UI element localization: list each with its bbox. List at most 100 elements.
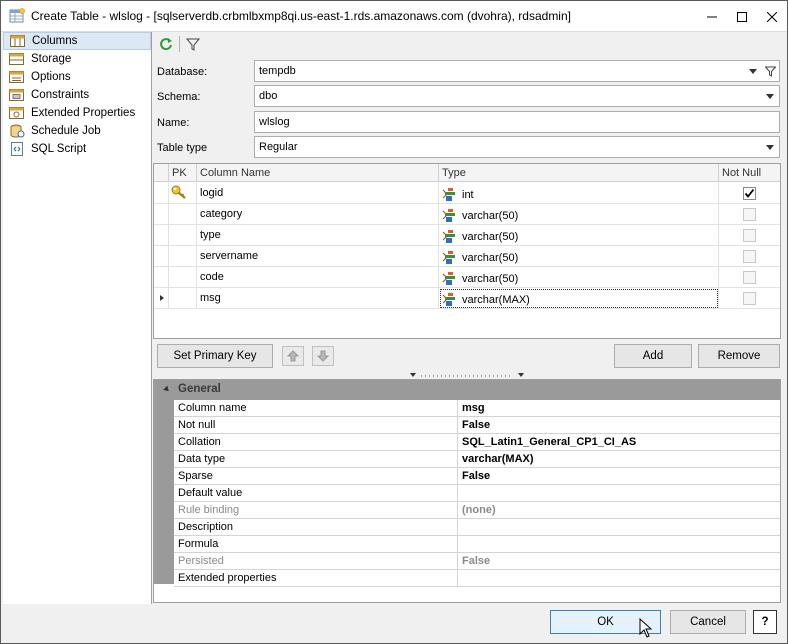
nav-item-constraints[interactable]: Constraints (3, 86, 151, 104)
not-null-checkbox[interactable] (743, 187, 756, 200)
add-button[interactable]: Add (614, 344, 692, 368)
column-name-cell[interactable]: code (197, 267, 439, 288)
pk-cell[interactable] (169, 267, 197, 288)
nav-item-columns[interactable]: Columns (3, 32, 151, 50)
refresh-icon[interactable] (159, 37, 173, 51)
collapse-icon[interactable] (163, 385, 171, 394)
database-select[interactable]: tempdb (254, 60, 780, 82)
property-row[interactable]: Not null False (174, 417, 780, 434)
table-type-select[interactable]: Regular (254, 136, 780, 158)
type-cell[interactable]: varchar(50) (439, 246, 719, 267)
schedule-job-icon (10, 124, 25, 138)
column-name-cell[interactable]: msg (197, 288, 439, 309)
not-null-checkbox[interactable] (743, 271, 756, 284)
not-null-cell (719, 267, 780, 288)
not-null-checkbox[interactable] (743, 229, 756, 242)
pk-cell[interactable] (169, 183, 197, 204)
nav-item-extended-properties[interactable]: Extended Properties (3, 104, 151, 122)
arrow-down-icon (317, 350, 329, 362)
splitter-handle[interactable] (409, 372, 525, 379)
table-row[interactable]: type varchar(50) (154, 225, 780, 246)
minimize-button[interactable] (697, 1, 727, 32)
not-null-column-header[interactable]: Not Null (719, 164, 780, 182)
property-category-general[interactable]: General (154, 380, 780, 400)
nav-item-options[interactable]: Options (3, 68, 151, 86)
property-value[interactable]: SQL_Latin1_General_CP1_CI_AS (459, 434, 779, 451)
property-value[interactable]: False (459, 468, 779, 485)
help-button[interactable]: ? (753, 610, 777, 634)
type-value: varchar(MAX) (462, 293, 530, 306)
property-row[interactable]: Extended properties (174, 570, 780, 587)
property-value[interactable]: varchar(MAX) (459, 451, 779, 468)
row-selector[interactable] (154, 267, 169, 288)
pk-cell[interactable] (169, 225, 197, 246)
nav-item-storage[interactable]: Storage (3, 50, 151, 68)
primary-key-icon (171, 185, 186, 199)
table-row[interactable]: msg varchar(MAX) (154, 288, 780, 309)
property-value[interactable] (459, 519, 779, 536)
left-navigation: Columns Storage Options Constraints Exte… (3, 32, 152, 604)
name-input[interactable]: wlslog (254, 111, 780, 133)
filter-icon[interactable] (765, 66, 776, 77)
nav-label: Constraints (31, 89, 90, 101)
move-up-button[interactable] (282, 346, 304, 366)
nav-item-sql-script[interactable]: SQL Script (3, 140, 151, 158)
table-row[interactable]: logid int (154, 183, 780, 204)
maximize-button[interactable] (727, 1, 757, 32)
remove-button[interactable]: Remove (698, 344, 780, 368)
pk-cell[interactable] (169, 288, 197, 309)
set-primary-key-button[interactable]: Set Primary Key (157, 344, 273, 368)
column-name-cell[interactable]: logid (197, 183, 439, 204)
nav-item-schedule-job[interactable]: Schedule Job (3, 122, 151, 140)
column-name-cell[interactable]: type (197, 225, 439, 246)
table-row[interactable]: category varchar(50) (154, 204, 780, 225)
property-value[interactable] (459, 536, 779, 553)
table-row[interactable]: servername varchar(50) (154, 246, 780, 267)
property-row[interactable]: Collation SQL_Latin1_General_CP1_CI_AS (174, 434, 780, 451)
table-row[interactable]: code varchar(50) (154, 267, 780, 288)
not-null-checkbox[interactable] (743, 208, 756, 221)
property-row[interactable]: Description (174, 519, 780, 536)
property-value[interactable]: False (459, 417, 779, 434)
not-null-checkbox[interactable] (743, 250, 756, 263)
schema-select[interactable]: dbo (254, 85, 780, 107)
row-selector[interactable] (154, 183, 169, 204)
close-button[interactable] (757, 1, 787, 32)
type-column-header[interactable]: Type (439, 164, 719, 182)
type-cell[interactable]: varchar(50) (439, 267, 719, 288)
row-selector[interactable] (154, 204, 169, 225)
type-cell[interactable]: int (439, 183, 719, 204)
not-null-cell (719, 204, 780, 225)
column-name-header[interactable]: Column Name (197, 164, 439, 182)
type-cell[interactable]: varchar(50) (439, 225, 719, 246)
maximize-icon (737, 11, 747, 22)
row-selector[interactable] (154, 225, 169, 246)
cancel-button[interactable]: Cancel (670, 610, 746, 634)
pk-cell[interactable] (169, 246, 197, 267)
type-cell[interactable]: varchar(MAX) (439, 288, 719, 309)
property-value[interactable] (459, 485, 779, 502)
filter-icon[interactable] (186, 37, 200, 51)
not-null-checkbox[interactable] (743, 292, 756, 305)
type-cell[interactable]: varchar(50) (439, 204, 719, 225)
property-row[interactable]: Data type varchar(MAX) (174, 451, 780, 468)
column-name-cell[interactable]: servername (197, 246, 439, 267)
pk-column-header[interactable]: PK (169, 164, 197, 182)
row-selector[interactable] (154, 246, 169, 267)
property-row[interactable]: Formula (174, 536, 780, 553)
property-name: Default value (174, 485, 458, 502)
pk-cell[interactable] (169, 204, 197, 225)
table-type-value: Regular (259, 141, 298, 153)
row-selector[interactable] (154, 288, 169, 309)
column-name-cell[interactable]: category (197, 204, 439, 225)
property-row[interactable]: Default value (174, 485, 780, 502)
nav-label: Options (31, 71, 71, 83)
property-value[interactable]: msg (459, 400, 779, 417)
property-row[interactable]: Column name msg (174, 400, 780, 417)
property-row[interactable]: Rule binding (none) (174, 502, 780, 519)
columns-panel: Database: tempdb Schema: dbo Name: wlslo… (153, 32, 787, 604)
property-row[interactable]: Persisted False (174, 553, 780, 570)
property-value[interactable] (459, 570, 779, 587)
move-down-button[interactable] (312, 346, 334, 366)
property-row[interactable]: Sparse False (174, 468, 780, 485)
